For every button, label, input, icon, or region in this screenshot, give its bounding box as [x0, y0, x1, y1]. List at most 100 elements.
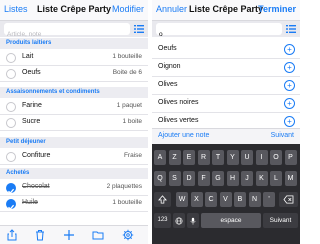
suggestion-name: Olives	[158, 81, 178, 88]
list-icon[interactable]	[134, 24, 144, 34]
plus-icon[interactable]: +	[284, 62, 295, 73]
key-a[interactable]: A	[154, 150, 166, 165]
key-i[interactable]: I	[255, 150, 268, 165]
add-note-button[interactable]: Ajouter une note	[158, 132, 209, 139]
edit-button[interactable]: Modifier	[112, 4, 144, 14]
share-icon[interactable]	[6, 229, 18, 241]
section-header-bought: Achetés	[0, 168, 148, 179]
section-header-condiments: Assaisonnements et condiments	[0, 87, 148, 98]
checkmark-icon[interactable]	[6, 183, 16, 194]
done-button[interactable]: Terminer	[258, 4, 296, 14]
key-t[interactable]: T	[212, 150, 224, 165]
item-quantity: 1 paquet	[116, 102, 142, 109]
key-r[interactable]: R	[197, 150, 210, 165]
suggestion-item[interactable]: Olives noires +	[152, 95, 300, 113]
key-y[interactable]: Y	[226, 150, 239, 165]
key-m[interactable]: M	[284, 171, 297, 186]
item-quantity: Boite de 6	[112, 69, 142, 76]
suggestion-item[interactable]: Oeufs +	[152, 41, 300, 59]
key-j[interactable]: J	[241, 171, 253, 186]
microphone-icon	[190, 217, 196, 225]
backspace-icon	[283, 195, 294, 204]
key-o[interactable]: O	[270, 150, 282, 165]
key-b[interactable]: B	[234, 192, 246, 207]
checkbox-circle[interactable]	[6, 152, 16, 162]
globe-key[interactable]	[173, 213, 185, 228]
section-header-dairy: Produits laitiers	[0, 38, 148, 49]
suggestion-item[interactable]: Olives +	[152, 77, 300, 95]
list-item[interactable]: Farine 1 paquet	[0, 99, 148, 115]
search-input[interactable]	[156, 28, 282, 41]
item-name: Sucre	[22, 118, 41, 125]
item-quantity: 1 boite	[122, 118, 142, 125]
checkbox-circle[interactable]	[6, 69, 16, 79]
item-name: Chocolat	[22, 183, 50, 190]
backspace-key[interactable]	[279, 192, 298, 207]
item-name: Huile	[22, 199, 38, 206]
plus-icon[interactable]: +	[284, 98, 295, 109]
nav-bar: Listes Liste Crêpe Party Modifier	[0, 0, 148, 21]
key-c[interactable]: C	[205, 192, 217, 207]
search-bar	[152, 21, 300, 41]
search-field[interactable]	[4, 23, 130, 41]
item-name: Lait	[22, 53, 34, 60]
key-v[interactable]: V	[219, 192, 232, 207]
shift-icon	[157, 195, 168, 204]
list-icon[interactable]	[286, 24, 296, 34]
key-k[interactable]: K	[255, 171, 268, 186]
list-item[interactable]: Oeufs Boite de 6	[0, 66, 148, 82]
checkbox-circle[interactable]	[6, 53, 16, 63]
next-key[interactable]: Suivant	[263, 213, 298, 228]
key-apostrophe[interactable]: '	[263, 192, 275, 207]
keyboard: A Z E R T Y U I O P Q S D F G H J K L M …	[152, 144, 300, 244]
list-item[interactable]: Chocolat 2 plaquettes	[0, 180, 148, 196]
list-item[interactable]: Huile 1 bouteille	[0, 196, 148, 212]
checkbox-circle[interactable]	[6, 118, 16, 128]
item-quantity: 1 bouteille	[112, 199, 142, 206]
folder-icon[interactable]	[92, 229, 104, 241]
key-p[interactable]: P	[284, 150, 297, 165]
item-name: Oeufs	[22, 69, 41, 76]
key-h[interactable]: H	[226, 171, 239, 186]
search-field[interactable]	[156, 23, 282, 41]
key-q[interactable]: Q	[154, 171, 166, 186]
section-header-breakfast: Petit déjeuner	[0, 137, 148, 148]
trash-icon[interactable]	[34, 229, 46, 241]
bottom-toolbar	[0, 225, 148, 244]
space-key[interactable]: espace	[201, 213, 261, 228]
numbers-key[interactable]: 123	[154, 213, 171, 228]
list-item[interactable]: Confiture Fraise	[0, 149, 148, 165]
globe-icon	[175, 217, 183, 224]
mic-key[interactable]	[187, 213, 199, 228]
key-u[interactable]: U	[241, 150, 253, 165]
plus-icon[interactable]: +	[284, 44, 295, 55]
list-view-panel: Listes Liste Crêpe Party Modifier Produi…	[0, 0, 148, 244]
key-n[interactable]: N	[248, 192, 261, 207]
suggestion-name: Olives noires	[158, 99, 199, 106]
item-quantity: 1 bouteille	[112, 53, 142, 60]
checkmark-icon[interactable]	[6, 199, 16, 210]
key-l[interactable]: L	[270, 171, 282, 186]
key-f[interactable]: F	[197, 171, 210, 186]
key-w[interactable]: W	[176, 192, 188, 207]
key-g[interactable]: G	[212, 171, 224, 186]
add-icon[interactable]	[63, 229, 75, 241]
gear-icon[interactable]	[122, 229, 134, 241]
item-quantity: 2 plaquettes	[106, 183, 142, 190]
key-x[interactable]: X	[190, 192, 203, 207]
key-e[interactable]: E	[183, 150, 195, 165]
suggestion-item[interactable]: Oignon +	[152, 59, 300, 77]
list-item[interactable]: Sucre 1 boite	[0, 115, 148, 131]
search-bar	[0, 21, 148, 41]
shift-key[interactable]	[154, 192, 171, 207]
key-z[interactable]: Z	[168, 150, 181, 165]
item-quantity: Fraise	[123, 152, 142, 159]
list-item[interactable]: Lait 1 bouteille	[0, 50, 148, 66]
next-button[interactable]: Suivant	[271, 132, 294, 139]
plus-icon[interactable]: +	[284, 116, 295, 127]
key-d[interactable]: D	[183, 171, 195, 186]
key-s[interactable]: S	[168, 171, 181, 186]
item-name: Farine	[22, 102, 42, 109]
checkbox-circle[interactable]	[6, 102, 16, 112]
plus-icon[interactable]: +	[284, 80, 295, 91]
